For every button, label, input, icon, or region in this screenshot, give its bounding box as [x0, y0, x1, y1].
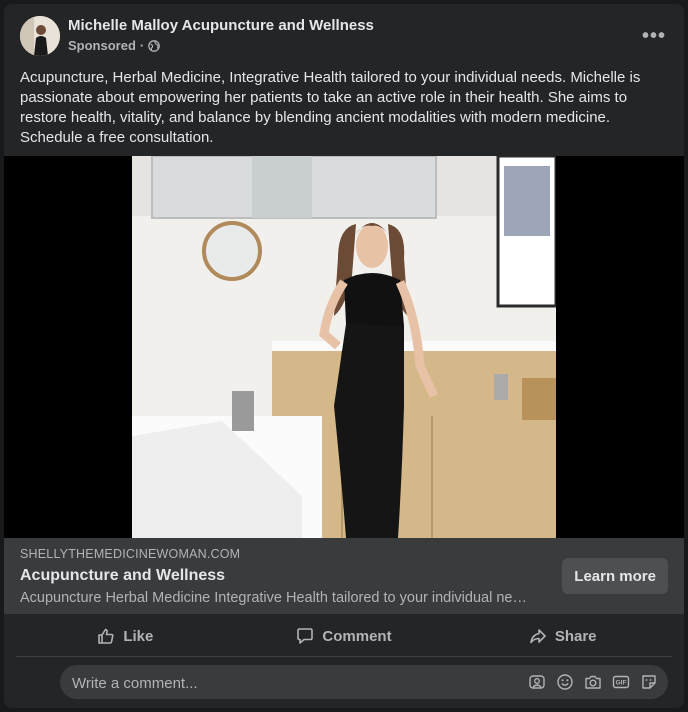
- camera-icon[interactable]: [584, 673, 602, 691]
- meta-separator: ·: [139, 38, 145, 53]
- post-photo[interactable]: [132, 156, 556, 538]
- share-arrow-icon: [530, 629, 546, 644]
- comment-label: Comment: [322, 627, 392, 645]
- comment-tools: GIF: [528, 673, 658, 691]
- share-label: Share: [554, 627, 597, 645]
- post-media[interactable]: [4, 156, 684, 538]
- comment-composer: GIF: [60, 665, 668, 701]
- link-description: Acupuncture Herbal Medicine Integrative …: [20, 590, 530, 606]
- like-button[interactable]: Like: [16, 616, 235, 656]
- like-label: Like: [123, 627, 154, 645]
- globe-icon[interactable]: [148, 39, 161, 52]
- svg-text:GIF: GIF: [616, 680, 627, 687]
- sponsored-label[interactable]: Sponsored: [68, 38, 136, 53]
- post-body-text: Acupuncture, Herbal Medicine, Integrativ…: [20, 69, 641, 146]
- page-name[interactable]: Michelle Malloy Acupuncture and Wellness: [68, 17, 374, 34]
- learn-more-button[interactable]: Learn more: [562, 558, 668, 594]
- post-header: Michelle Malloy Acupuncture and Wellness…: [4, 4, 684, 66]
- avatar-photo: [20, 16, 60, 56]
- smiley-icon[interactable]: [556, 673, 574, 691]
- comment-input[interactable]: [60, 665, 514, 701]
- page-avatar[interactable]: [20, 16, 60, 56]
- post-meta: Sponsored ·: [68, 38, 161, 53]
- post-actions-bar: Like Comment Share: [16, 616, 672, 657]
- sticker-icon[interactable]: [640, 673, 658, 691]
- gif-icon[interactable]: GIF: [612, 673, 630, 691]
- link-preview[interactable]: SHELLYTHEMEDICINEWOMAN.COM Acupuncture a…: [4, 538, 684, 614]
- speech-bubble-icon: [297, 628, 314, 644]
- link-domain: SHELLYTHEMEDICINEWOMAN.COM: [20, 547, 241, 561]
- comment-button[interactable]: Comment: [235, 616, 454, 656]
- sponsored-post-card: Michelle Malloy Acupuncture and Wellness…: [4, 4, 684, 708]
- more-options-button[interactable]: •••: [638, 20, 670, 52]
- clinic-photo: [132, 156, 556, 538]
- link-title[interactable]: Acupuncture and Wellness: [20, 567, 225, 585]
- share-button[interactable]: Share: [453, 616, 672, 656]
- avatar-sticker-icon[interactable]: [528, 673, 546, 691]
- thumbs-up-icon: [98, 628, 114, 644]
